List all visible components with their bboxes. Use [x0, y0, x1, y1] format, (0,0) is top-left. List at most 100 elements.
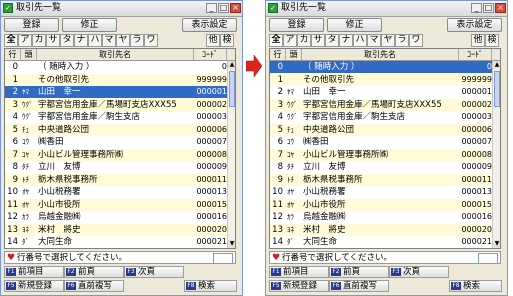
close-button[interactable]: ×	[230, 3, 241, 13]
tab-all[interactable]: 全	[4, 34, 18, 47]
f5-button[interactable]: F5 新規登録	[269, 280, 329, 292]
f3-button[interactable]: F3 次頁	[389, 266, 449, 278]
vertical-scrollbar[interactable]: ▲ ▼	[492, 61, 500, 248]
table-row[interactable]: 10 ｵﾔ 小山税務署 000013	[5, 186, 227, 198]
edit-button[interactable]: 修正	[62, 18, 117, 32]
tab-na[interactable]: ナ	[339, 34, 353, 47]
table-row[interactable]: 8 ﾀﾁ 立川 友博 000009	[270, 161, 492, 173]
header-row-no[interactable]: 行	[270, 49, 286, 60]
f8-button[interactable]: F8 検索	[449, 280, 502, 292]
table-row[interactable]: 5 ﾁｭ 中央道路公団 000006	[270, 123, 492, 136]
tab-ra[interactable]: ラ	[395, 34, 409, 47]
f5-button[interactable]: F5 新規登録	[4, 280, 64, 292]
tab-search[interactable]: 検	[220, 34, 234, 47]
table-row[interactable]: 0 （ 随時入力 ） 0	[5, 61, 227, 73]
row-number: 6	[277, 137, 283, 147]
table-row[interactable]: 11 ｵﾔ 小山市役所 000015	[5, 198, 227, 211]
display-settings-button[interactable]: 表示設定	[447, 18, 502, 32]
f2-button[interactable]: F2 前頁	[64, 266, 124, 278]
register-button[interactable]: 登録	[4, 18, 59, 32]
table-row[interactable]: 4 ｳｸﾞ 宇都宮信用金庫／駒生支店 000003	[5, 111, 227, 123]
header-kana[interactable]: 頭	[286, 49, 302, 60]
f6-button[interactable]: F6 直前複写	[64, 280, 124, 292]
row-number-input[interactable]	[213, 253, 233, 264]
table-row[interactable]: 14 ﾀﾞ 大同生命 000021	[270, 236, 492, 248]
register-button[interactable]: 登録	[269, 18, 324, 32]
scroll-up-icon[interactable]: ▲	[493, 61, 500, 69]
tab-ha[interactable]: ハ	[88, 34, 102, 47]
tab-search[interactable]: 検	[485, 34, 499, 47]
f1-button[interactable]: F1 前項目	[269, 266, 329, 278]
vertical-scrollbar[interactable]: ▲ ▼	[227, 61, 235, 248]
row-kana: ｺｳ	[22, 138, 29, 146]
table-row[interactable]: 4 ｳｸﾞ 宇都宮信用金庫／駒生支店 000003	[270, 111, 492, 123]
tab-ya[interactable]: ヤ	[116, 34, 130, 47]
row-number-input[interactable]	[478, 253, 498, 264]
table-row[interactable]: 5 ﾁｭ 中央道路公団 000006	[5, 123, 227, 136]
close-button[interactable]: ×	[495, 3, 506, 13]
minimize-button[interactable]: _	[206, 3, 217, 13]
table-row[interactable]: 9 ﾄﾁ 栃木県税事務所 000011	[270, 173, 492, 186]
tab-wa[interactable]: ワ	[144, 34, 158, 47]
table-row[interactable]: 0 （ 随時入力 ） 0	[270, 61, 492, 73]
scroll-up-icon[interactable]: ▲	[228, 61, 235, 69]
tab-ya[interactable]: ヤ	[381, 34, 395, 47]
tab-ma[interactable]: マ	[367, 34, 381, 47]
table-row[interactable]: 10 ｵﾔ 小山税務署 000013	[270, 186, 492, 198]
table-row[interactable]: 1 その他取引先 999999	[5, 73, 227, 86]
table-row[interactable]: 1 その他取引先 999999	[270, 73, 492, 86]
table-row[interactable]: 12 ｶﾗ 烏越金融㈱ 000016	[5, 211, 227, 223]
tab-all[interactable]: 全	[269, 34, 283, 47]
maximize-button[interactable]: □	[218, 3, 229, 13]
tab-ka[interactable]: カ	[32, 34, 46, 47]
tab-sa[interactable]: サ	[311, 34, 325, 47]
table-row[interactable]: 12 ｶﾗ 烏越金融㈱ 000016	[270, 211, 492, 223]
header-code[interactable]: ｺｰﾄﾞ	[194, 49, 227, 60]
scroll-down-icon[interactable]: ▼	[228, 240, 235, 248]
f1-button[interactable]: F1 前項目	[4, 266, 64, 278]
table-row[interactable]: 13 ﾖﾈ 米村 將史 000020	[270, 223, 492, 236]
scroll-thumb[interactable]	[494, 71, 500, 107]
f2-button[interactable]: F2 前頁	[329, 266, 389, 278]
table-row[interactable]: 3 ｳｸﾞ 宇都宮信用金庫／馬場町支店XXX55 000002	[5, 98, 227, 111]
f8-button[interactable]: F8 検索	[184, 280, 237, 292]
maximize-button[interactable]: □	[483, 3, 494, 13]
tab-a[interactable]: ア	[283, 34, 297, 47]
header-name[interactable]: 取引先名	[302, 49, 459, 60]
table-row[interactable]: 6 ｺｳ ㈱香田 000007	[270, 136, 492, 148]
table-row[interactable]: 7 ｺﾔ 小山ビル管理事務所㈱ 000008	[270, 148, 492, 161]
scroll-thumb[interactable]	[229, 71, 235, 107]
table-row[interactable]: 8 ﾀﾁ 立川 友博 000009	[5, 161, 227, 173]
tab-ta[interactable]: タ	[325, 34, 339, 47]
f6-button[interactable]: F6 直前複写	[329, 280, 389, 292]
display-settings-button[interactable]: 表示設定	[182, 18, 237, 32]
table-row[interactable]: 14 ﾀﾞ 大同生命 000021	[5, 236, 227, 248]
tab-a[interactable]: ア	[18, 34, 32, 47]
header-row-no[interactable]: 行	[5, 49, 21, 60]
minimize-button[interactable]: _	[471, 3, 482, 13]
f3-button[interactable]: F3 次頁	[124, 266, 184, 278]
tab-ma[interactable]: マ	[102, 34, 116, 47]
tab-na[interactable]: ナ	[74, 34, 88, 47]
table-row[interactable]: 13 ﾖﾈ 米村 將史 000020	[5, 223, 227, 236]
table-row[interactable]: 3 ｳｸﾞ 宇都宮信用金庫／馬場町支店XXX55 000002	[270, 98, 492, 111]
tab-sa[interactable]: サ	[46, 34, 60, 47]
tab-ha[interactable]: ハ	[353, 34, 367, 47]
scroll-down-icon[interactable]: ▼	[493, 240, 500, 248]
table-row[interactable]: 2 ﾔﾏ 山田 幸一 000001	[270, 86, 492, 98]
tab-ra[interactable]: ラ	[130, 34, 144, 47]
tab-ka[interactable]: カ	[297, 34, 311, 47]
table-row[interactable]: 7 ｺﾔ 小山ビル管理事務所㈱ 000008	[5, 148, 227, 161]
tab-other[interactable]: 他	[471, 34, 485, 47]
tab-other[interactable]: 他	[206, 34, 220, 47]
table-row[interactable]: 11 ｵﾔ 小山市役所 000015	[270, 198, 492, 211]
tab-ta[interactable]: タ	[60, 34, 74, 47]
header-name[interactable]: 取引先名	[37, 49, 194, 60]
header-kana[interactable]: 頭	[21, 49, 37, 60]
edit-button[interactable]: 修正	[327, 18, 382, 32]
table-row[interactable]: 6 ｺｳ ㈱香田 000007	[5, 136, 227, 148]
table-row[interactable]: 9 ﾄﾁ 栃木県税事務所 000011	[5, 173, 227, 186]
header-code[interactable]: ｺｰﾄﾞ	[459, 49, 492, 60]
tab-wa[interactable]: ワ	[409, 34, 423, 47]
table-row[interactable]: 2 ﾔﾏ 山田 幸一 000001	[5, 86, 227, 98]
